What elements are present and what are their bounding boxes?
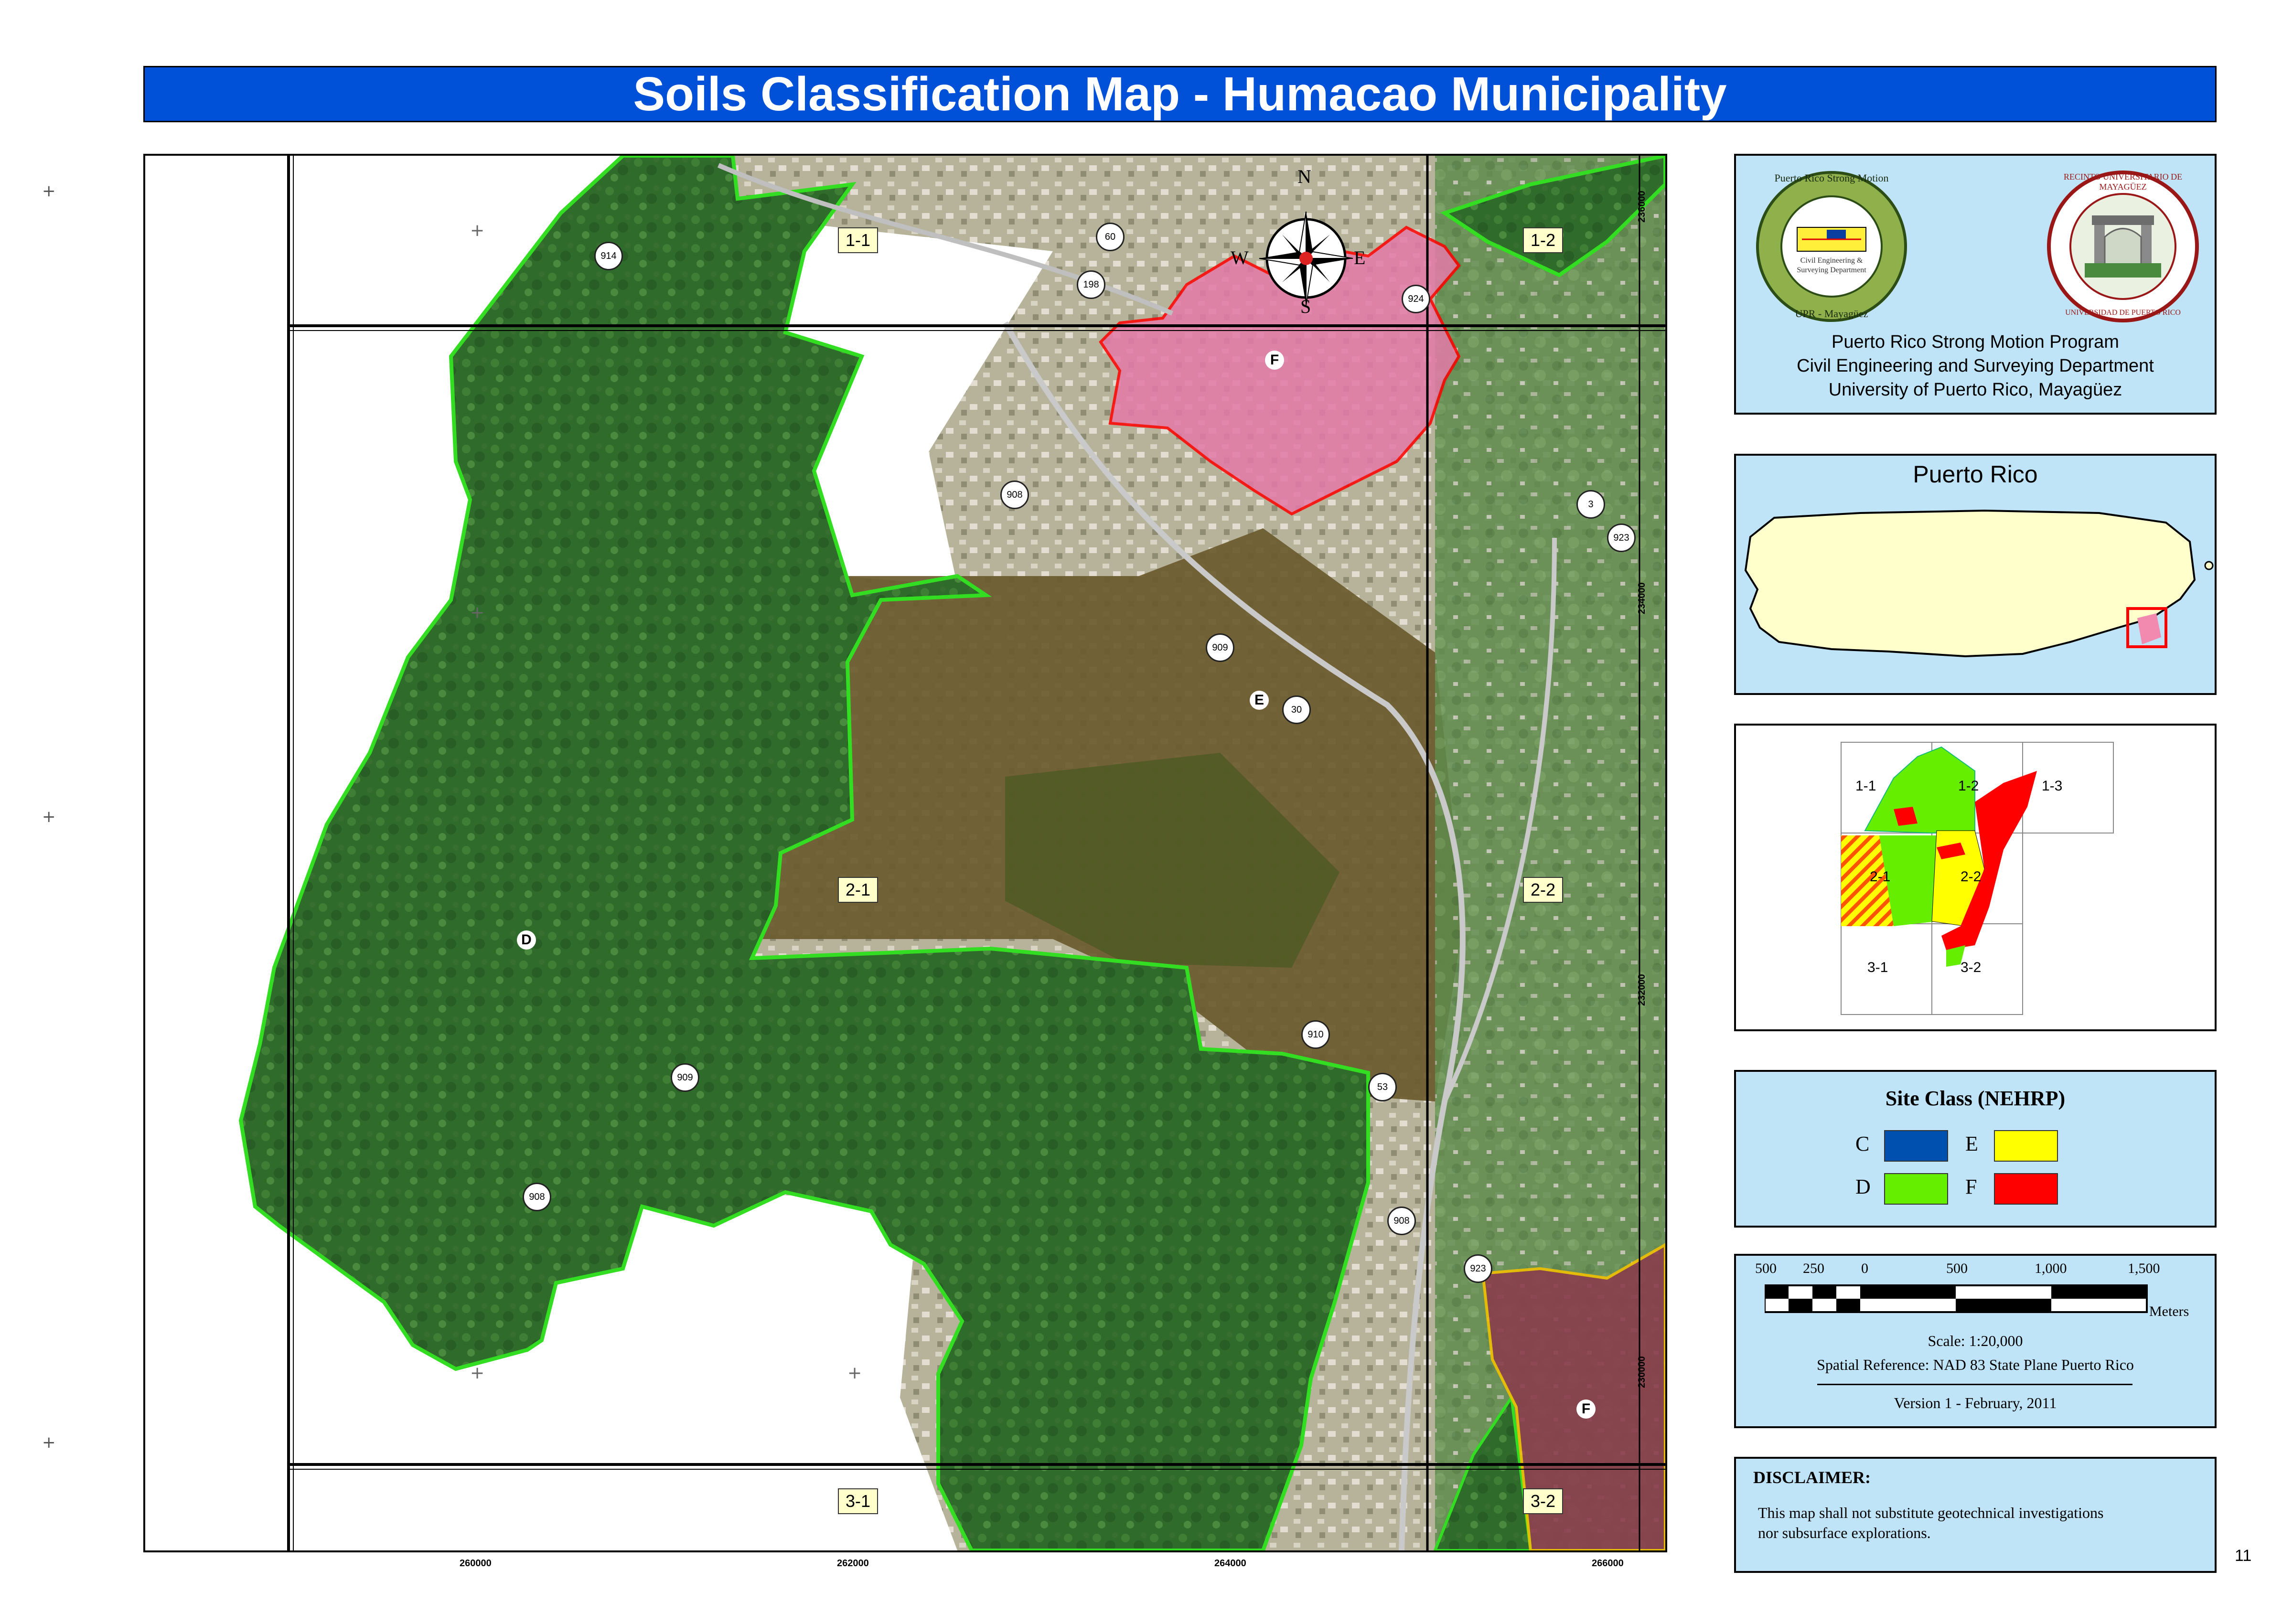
road-shield: 923 [1607, 524, 1636, 552]
seal-ring-text-top: Puerto Rico Strong Motion [1774, 172, 1889, 184]
index-cell-2-1: 2-1 [1870, 869, 1891, 885]
legend-swatch-f [1994, 1173, 2058, 1205]
scale-ratio: Scale: 1:20,000 [1928, 1332, 2023, 1349]
site-class-label: D [517, 930, 536, 950]
institution-panel: Civil Engineering & Surveying Department… [1734, 154, 2217, 415]
compass-w-label: W [1231, 247, 1249, 268]
seal-ring-text-bottom: UPR - Mayagüez [1795, 308, 1868, 320]
index-cell-1-1: 1-1 [1855, 778, 1876, 794]
svg-text:+: + [470, 1363, 484, 1383]
university-name: University of Puerto Rico, Mayagüez [1828, 380, 2122, 400]
uprm-ring-text-bottom: UNIVERSIDAD DE PUERTO RICO [2065, 309, 2181, 317]
site-class-label: F [1265, 351, 1284, 370]
map-title: Soils Classification Map - Humacao Munic… [633, 67, 1727, 121]
page-number: 11 [2235, 1547, 2252, 1565]
uprm-seal-logo [2047, 171, 2199, 322]
road-shield: 914 [594, 242, 623, 270]
department-name: Civil Engineering and Surveying Departme… [1797, 356, 2154, 376]
road-shield: 923 [1464, 1254, 1492, 1283]
scale-label: 1,000 [2035, 1261, 2067, 1276]
legend-swatch-e [1994, 1130, 2058, 1162]
site-class-label: E [1250, 691, 1269, 710]
x-tick-label: 264000 [1214, 1558, 1246, 1569]
locator-panel: Puerto Rico [1734, 454, 2217, 695]
legend-label-f: F [1965, 1175, 1977, 1198]
legend-label-e: E [1965, 1132, 1978, 1155]
index-cell-1-2: 1-2 [1958, 778, 1979, 794]
x-tick-label: 260000 [460, 1558, 492, 1569]
index-cell-3-1: 3-1 [1867, 960, 1888, 975]
scale-label: 500 [1755, 1261, 1777, 1276]
road-shield: 908 [1387, 1207, 1416, 1235]
grid-cross-marker: + [42, 1433, 56, 1452]
y-tick-label: 230000 [1637, 1356, 1647, 1388]
sheet-label-2-1: 2-1 [838, 877, 879, 903]
disclaimer-panel: DISCLAIMER: This map shall not substitut… [1734, 1457, 2217, 1573]
seal-inner-text: Civil Engineering & [1800, 256, 1863, 265]
scale-panel: 500 250 0 500 1,000 1,500 Meters Scale: … [1734, 1254, 2217, 1428]
road-shield: 198 [1077, 270, 1105, 299]
uprm-ring-text-top: RECINTO UNIVERSITARIO DE MAYAGÜEZ [2063, 172, 2183, 192]
sheet-label-2-2: 2-2 [1523, 877, 1564, 903]
scale-divider [1817, 1384, 2132, 1385]
map-canvas: + + + + [145, 156, 1665, 1550]
road-shield: 908 [1000, 481, 1029, 509]
scale-label: 500 [1946, 1261, 1968, 1276]
map-frame: + + + + N S E W 1-1 1-2 2-1 2-2 3-1 3-2 [143, 154, 1667, 1552]
scale-bar [1765, 1284, 2148, 1313]
spatial-reference: Spatial Reference: NAD 83 State Plane Pu… [1817, 1356, 2134, 1373]
road-shield: 908 [523, 1183, 551, 1211]
y-tick-label: 232000 [1637, 974, 1647, 1006]
svg-text:+: + [470, 603, 484, 622]
scale-label: 250 [1803, 1261, 1824, 1276]
legend-label-d: D [1855, 1175, 1871, 1198]
disclaimer-heading: DISCLAIMER: [1753, 1468, 1871, 1487]
sheet-label-3-1: 3-1 [838, 1488, 879, 1514]
y-tick-label: 236000 [1637, 191, 1647, 223]
compass-e-label: E [1354, 247, 1366, 268]
index-cell-1-3: 1-3 [2042, 778, 2063, 794]
disclaimer-text: This map shall not substitute geotechnic… [1758, 1504, 2104, 1521]
scale-label: 1,500 [2128, 1261, 2160, 1276]
legend-title: Site Class (NEHRP) [1885, 1087, 2066, 1110]
sheet-index-panel: 1-1 1-2 1-3 2-1 2-2 3-1 3-2 [1734, 724, 2217, 1031]
program-name: Puerto Rico Strong Motion Program [1832, 332, 2119, 352]
sheet-label-3-2: 3-2 [1523, 1488, 1564, 1514]
y-tick-label: 234000 [1637, 582, 1647, 614]
road-shield: 909 [671, 1063, 699, 1092]
road-shield: 60 [1096, 223, 1125, 251]
road-shield: 53 [1368, 1073, 1397, 1101]
legend-swatch-d [1884, 1173, 1948, 1205]
map-title-bar: Soils Classification Map - Humacao Munic… [143, 66, 2217, 122]
road-shield: 909 [1206, 633, 1234, 662]
legend-swatch-c [1884, 1130, 1948, 1162]
road-shield: 3 [1576, 490, 1605, 519]
index-cell-3-2: 3-2 [1961, 960, 1982, 975]
prsmp-seal-logo [1756, 171, 1907, 322]
puerto-rico-outline-map [1744, 509, 2214, 658]
scale-unit: Meters [2149, 1303, 2189, 1319]
scale-label: 0 [1861, 1261, 1868, 1276]
road-shield: 30 [1282, 695, 1311, 724]
sheet-label-1-2: 1-2 [1523, 227, 1564, 253]
disclaimer-text: nor subsurface explorations. [1758, 1524, 1931, 1541]
seal-inner-text: Surveying Department [1797, 266, 1866, 274]
x-tick-label: 266000 [1592, 1558, 1624, 1569]
grid-cross-marker: + [42, 182, 56, 201]
x-tick-label: 262000 [837, 1558, 869, 1569]
index-cell-2-2: 2-2 [1961, 869, 1982, 885]
grid-cross-marker: + [42, 807, 56, 826]
road-shield: 924 [1402, 285, 1430, 313]
svg-text:+: + [847, 1363, 862, 1383]
legend-panel: Site Class (NEHRP) C E D F [1734, 1070, 2217, 1228]
site-class-label: F [1576, 1400, 1596, 1419]
svg-text:+: + [470, 221, 484, 240]
version-text: Version 1 - February, 2011 [1894, 1394, 2057, 1411]
sheet-label-1-1: 1-1 [838, 227, 879, 253]
compass-s-label: S [1300, 296, 1311, 317]
compass-n-label: N [1297, 166, 1311, 187]
road-shield: 910 [1301, 1020, 1330, 1049]
legend-label-c: C [1855, 1132, 1870, 1155]
